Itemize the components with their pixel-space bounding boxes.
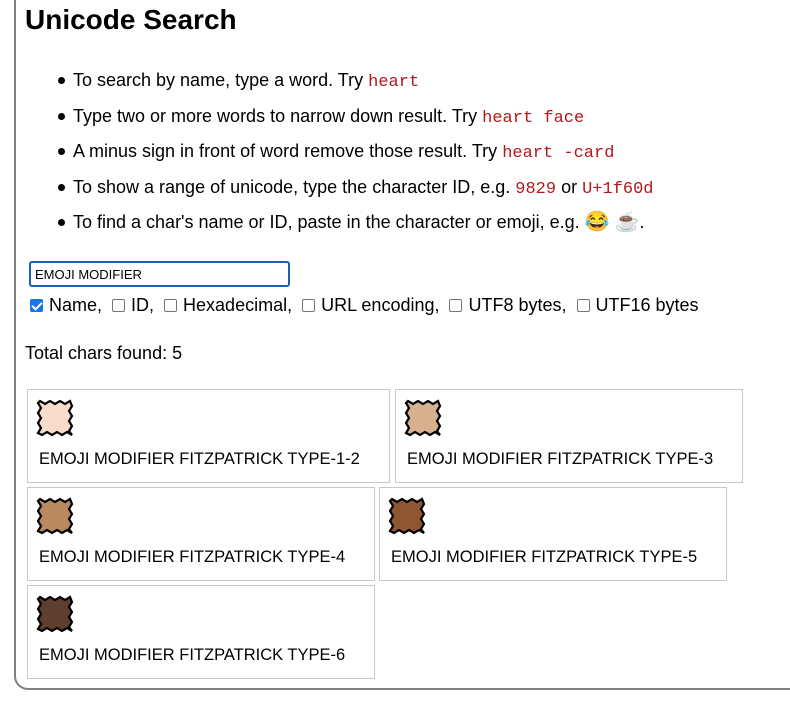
- hot-beverage-emoji: ☕: [614, 211, 640, 233]
- fitzpatrick-swatch-icon: [388, 497, 426, 535]
- result-card[interactable]: EMOJI MODIFIER FITZPATRICK TYPE-4: [27, 487, 375, 581]
- tip-item: To search by name, type a word. Try hear…: [58, 66, 654, 102]
- example-code: 9829: [515, 179, 557, 199]
- hexadecimal-checkbox[interactable]: [164, 298, 178, 312]
- result-card[interactable]: EMOJI MODIFIER FITZPATRICK TYPE-3: [395, 389, 743, 483]
- utf8-bytes-checkbox[interactable]: [449, 298, 463, 312]
- example-code: heart -card: [502, 144, 615, 163]
- utf16-bytes-checkbox[interactable]: [576, 298, 590, 312]
- tip-item: Type two or more words to narrow down re…: [58, 102, 654, 138]
- search-input[interactable]: [29, 261, 290, 287]
- url-encoding-checkbox[interactable]: [302, 298, 316, 312]
- tips-list: To search by name, type a word. Try hear…: [58, 66, 654, 244]
- option-url-encoding[interactable]: URL encoding,: [302, 295, 439, 316]
- name-checkbox[interactable]: [30, 298, 43, 312]
- result-name: EMOJI MODIFIER FITZPATRICK TYPE-4: [39, 548, 346, 566]
- tip-item: To show a range of unicode, type the cha…: [58, 173, 654, 209]
- tears-of-joy-emoji: 😂: [584, 211, 610, 233]
- tip-item: To find a char's name or ID, paste in th…: [58, 208, 654, 244]
- result-card[interactable]: EMOJI MODIFIER FITZPATRICK TYPE-5: [379, 487, 727, 581]
- result-card[interactable]: EMOJI MODIFIER FITZPATRICK TYPE-6: [27, 585, 375, 679]
- page-title: Unicode Search: [25, 4, 237, 35]
- search-options: Name, ID, Hexadecimal, URL encoding, UTF…: [30, 294, 709, 316]
- fitzpatrick-swatch-icon: [36, 497, 74, 535]
- result-name: EMOJI MODIFIER FITZPATRICK TYPE-5: [391, 548, 698, 566]
- option-hexadecimal[interactable]: Hexadecimal,: [164, 295, 292, 316]
- option-name[interactable]: Name,: [30, 295, 102, 316]
- fitzpatrick-swatch-icon: [404, 399, 442, 437]
- option-id[interactable]: ID,: [112, 295, 154, 316]
- result-name: EMOJI MODIFIER FITZPATRICK TYPE-1-2: [39, 450, 360, 468]
- example-code: heart face: [482, 108, 585, 128]
- fitzpatrick-swatch-icon: [36, 595, 74, 633]
- result-name: EMOJI MODIFIER FITZPATRICK TYPE-6: [39, 646, 346, 664]
- example-code: U+1f60d: [582, 179, 654, 199]
- fitzpatrick-swatch-icon: [36, 399, 74, 437]
- option-utf16-bytes[interactable]: UTF16 bytes: [576, 295, 699, 316]
- id-checkbox[interactable]: [112, 298, 126, 312]
- total-chars-found: Total chars found: 5: [25, 343, 183, 363]
- example-code: heart: [368, 73, 420, 92]
- option-utf8-bytes[interactable]: UTF8 bytes,: [449, 295, 567, 316]
- result-card[interactable]: EMOJI MODIFIER FITZPATRICK TYPE-1-2: [27, 389, 390, 483]
- result-name: EMOJI MODIFIER FITZPATRICK TYPE-3: [407, 450, 714, 468]
- tip-item: A minus sign in front of word remove tho…: [58, 137, 654, 173]
